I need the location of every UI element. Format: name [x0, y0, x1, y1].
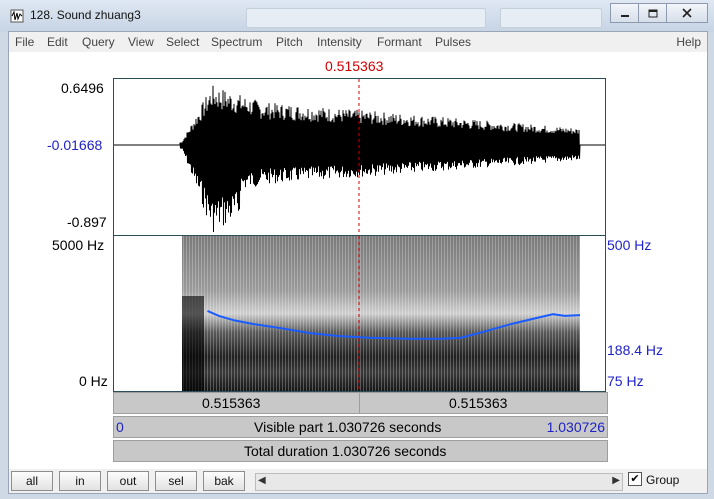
horizontal-scrollbar[interactable]: ◀ ▶	[255, 473, 623, 491]
spectrogram-svg	[182, 236, 581, 391]
menu-pitch[interactable]: Pitch	[276, 35, 303, 49]
selection-time-bar[interactable]: 0.515363 0.515363	[113, 392, 608, 414]
pitch-top-label: 500 Hz	[607, 237, 652, 253]
menu-edit[interactable]: Edit	[47, 35, 68, 49]
restore-icon	[648, 9, 657, 18]
menu-pulses[interactable]: Pulses	[435, 35, 471, 49]
out-button[interactable]: out	[107, 471, 149, 491]
close-icon	[682, 8, 692, 18]
waveform-svg	[114, 79, 605, 235]
window-title: 128. Sound zhuang3	[30, 8, 141, 22]
visible-part-label: Visible part 1.030726 seconds	[254, 419, 442, 435]
total-duration-bar[interactable]: Total duration 1.030726 seconds	[113, 440, 608, 462]
scroll-left-icon[interactable]: ◀	[258, 475, 266, 486]
background-window-ghost	[246, 8, 486, 28]
wave-min-label: -0.897	[67, 214, 107, 230]
wave-zero-label: -0.01668	[47, 137, 103, 153]
total-duration-label: Total duration 1.030726 seconds	[244, 443, 447, 459]
menu-select[interactable]: Select	[166, 35, 199, 49]
praat-app-icon	[10, 9, 24, 23]
title-bar: 128. Sound zhuang3	[0, 0, 714, 32]
maximize-button[interactable]	[638, 3, 667, 23]
time-bar-divider	[359, 393, 360, 413]
visible-part-bar[interactable]: 0 Visible part 1.030726 seconds 1.030726	[113, 416, 608, 438]
menu-spectrum[interactable]: Spectrum	[211, 35, 262, 49]
visible-end-label: 1.030726	[546, 419, 605, 435]
sound-editor-area[interactable]: 0.515363 0.6496 -0.01668 -0.897 5000 Hz …	[9, 52, 707, 489]
wave-max-label: 0.6496	[61, 80, 104, 96]
bak-button[interactable]: bak	[203, 471, 245, 491]
editor-window: File Edit Query View Select Spectrum Pit…	[8, 31, 708, 494]
left-time-label: 0.515363	[202, 395, 261, 411]
menu-intensity[interactable]: Intensity	[317, 35, 362, 49]
pitch-bottom-label: 75 Hz	[607, 373, 644, 389]
menu-query[interactable]: Query	[82, 35, 115, 49]
cursor-time-label: 0.515363	[325, 58, 384, 74]
minimize-icon	[620, 15, 629, 17]
bottom-toolbar: all in out sel bak ◀ ▶ ✔ Group	[9, 469, 707, 493]
menu-file[interactable]: File	[15, 35, 34, 49]
spectrum-top-label: 5000 Hz	[52, 237, 105, 253]
spectrogram-onset	[182, 296, 204, 391]
in-button[interactable]: in	[59, 471, 101, 491]
scroll-right-icon[interactable]: ▶	[612, 475, 620, 486]
sel-button[interactable]: sel	[155, 471, 197, 491]
spectrum-bottom-label: 0 Hz	[79, 373, 108, 389]
visible-start-label: 0	[116, 419, 124, 435]
waveform-panel[interactable]	[113, 78, 606, 236]
all-button[interactable]: all	[11, 471, 53, 491]
spectrogram-striations	[182, 236, 580, 391]
right-time-label: 0.515363	[449, 395, 508, 411]
pitch-mid-label: 188.4 Hz	[607, 342, 664, 358]
group-checkbox[interactable]: ✔	[628, 472, 642, 486]
background-window-ghost-2	[500, 8, 602, 28]
group-label: Group	[646, 473, 680, 487]
menu-help[interactable]: Help	[676, 35, 701, 49]
menu-view[interactable]: View	[128, 35, 154, 49]
spectrogram-panel[interactable]	[113, 235, 606, 392]
close-button[interactable]	[666, 3, 708, 23]
menu-formant[interactable]: Formant	[377, 35, 422, 49]
minimize-button[interactable]	[610, 3, 639, 23]
menu-bar: File Edit Query View Select Spectrum Pit…	[9, 32, 707, 51]
